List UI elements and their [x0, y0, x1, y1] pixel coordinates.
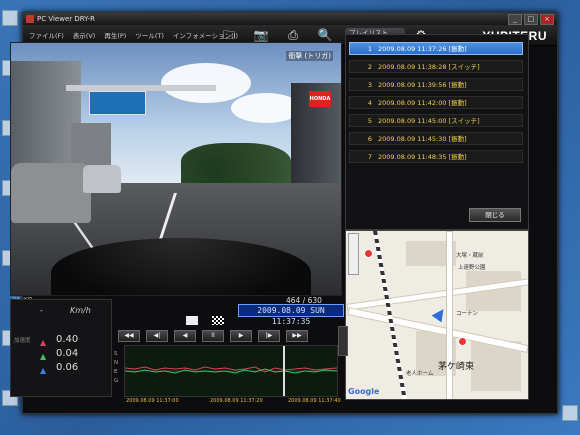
playback-controls: ◀◀ ◀| ◀ II ▶ |▶ ▶▶ [112, 312, 322, 342]
video-car [11, 163, 91, 223]
map-label: 茅ケ崎東 [438, 362, 475, 372]
playlist-item-label: 2009.08.09 11:38:28 [スイッチ] [378, 63, 480, 71]
playback-button[interactable]: ◀◀ [118, 330, 140, 342]
playback-button[interactable]: ◀ [174, 330, 196, 342]
graph-axis-label: S [114, 351, 118, 357]
playlist-item[interactable]: 7 2009.08.09 11:48:35 [振動] [349, 150, 523, 163]
trigger-overlay: 衝撃 (トリガ) [286, 51, 333, 61]
playlist-item-number: 5 [367, 117, 372, 125]
playlist-item[interactable]: 4 2009.08.09 11:42:00 [振動] [349, 96, 523, 109]
speed-value: - [40, 306, 43, 315]
map-marker [458, 337, 467, 346]
menu-view[interactable]: 表示(V) [73, 30, 96, 40]
road-sign [89, 91, 146, 115]
volume-slider[interactable] [338, 326, 348, 356]
g-z-value: 0.06 [56, 362, 79, 373]
video-cloud [161, 63, 251, 103]
map-zoom-control[interactable] [348, 233, 359, 275]
playlist-item-number: 6 [367, 135, 372, 143]
graph-timestamp: 2009.08.09 11:37:40 [288, 398, 341, 404]
playlist-item-number: 2 [367, 63, 372, 71]
playlist-item-label: 2009.08.09 11:37:26 [振動] [378, 45, 467, 53]
g-sensor-graph[interactable] [124, 345, 338, 397]
z-axis-icon: ▲ [40, 366, 47, 375]
playlist-item-label: 2009.08.09 11:42:00 [振動] [378, 99, 467, 107]
g-sensor-chart [125, 346, 337, 396]
graph-axis-label: N [114, 360, 119, 366]
google-logo: Google [348, 387, 380, 396]
window-title: PC Viewer DRY-R [37, 15, 95, 23]
menu-play[interactable]: 再生(P) [104, 30, 126, 40]
print-icon[interactable]: ⎙ [283, 27, 303, 43]
graph-timestamp: 2009.08.09 11:37:20 [210, 398, 263, 404]
playlist-item[interactable]: 2 2009.08.09 11:38:28 [スイッチ] [349, 60, 523, 73]
playlist-item[interactable]: 3 2009.08.09 11:39:56 [振動] [349, 78, 523, 91]
playlist-item-number: 4 [367, 99, 372, 107]
map-view[interactable]: コーナン 茅ケ崎東 老人ホーム 大塚・蔵前 上遠野公園 Google [345, 230, 529, 400]
close-playlist-button[interactable]: 閉じる [469, 208, 521, 222]
playlist-item-number: 7 [367, 153, 372, 161]
title-bar: PC Viewer DRY-R _ □ × [23, 13, 557, 25]
y-axis-icon: ▲ [40, 352, 47, 361]
video-player[interactable]: HONDA 衝撃 (トリガ) [10, 42, 342, 296]
playlist-item-number: 3 [367, 81, 372, 89]
menu-file[interactable]: ファイル(F) [29, 30, 64, 40]
g-y-value: 0.04 [56, 348, 79, 359]
graph-axis-labels: SNEG [114, 350, 118, 386]
playlist-item-label: 2009.08.09 11:45:00 [スイッチ] [378, 117, 480, 125]
playlist-item[interactable]: 1 2009.08.09 11:37:26 [振動] [349, 42, 523, 55]
zoom-icon[interactable]: 🔍 [315, 27, 335, 43]
camera-icon[interactable]: 📷 [251, 27, 271, 43]
playlist-item-label: 2009.08.09 11:48:35 [振動] [378, 153, 467, 161]
x-axis-icon: ▲ [40, 338, 47, 347]
map-marker [364, 249, 373, 258]
minimize-button[interactable]: _ [508, 14, 522, 25]
graph-timestamp: 2009.08.09 11:37:00 [126, 398, 179, 404]
playlist: 1 2009.08.09 11:37:26 [振動] 2 2009.08.09 11:… [349, 42, 523, 168]
speed-unit: Km/h [70, 306, 91, 315]
graph-axis-label: G [114, 378, 119, 384]
g-x-value: 0.40 [56, 334, 79, 345]
open-folder-icon[interactable]: 🗀 [219, 27, 239, 43]
maximize-button[interactable]: □ [524, 14, 538, 25]
desktop-icon[interactable] [2, 10, 18, 26]
g-label: 加速度 [14, 338, 31, 344]
map-label: コーナン [456, 311, 479, 317]
playlist-item[interactable]: 6 2009.08.09 11:45:30 [振動] [349, 132, 523, 145]
map-road [446, 231, 453, 399]
graph-axis-label: E [114, 369, 118, 375]
close-button[interactable]: × [540, 14, 554, 25]
playback-button[interactable]: ▶▶ [286, 330, 308, 342]
playlist-item-label: 2009.08.09 11:39:56 [振動] [378, 81, 467, 89]
honda-sign: HONDA [309, 91, 331, 107]
desktop-icon[interactable] [562, 405, 578, 421]
graph-cursor[interactable] [283, 346, 285, 396]
playlist-item-number: 1 [367, 45, 372, 53]
app-icon [26, 15, 34, 23]
playback-button[interactable]: ◀| [146, 330, 168, 342]
menu-tools[interactable]: ツール(T) [135, 30, 164, 40]
playback-button[interactable]: |▶ [258, 330, 280, 342]
map-label: 大塚・蔵前 [456, 253, 484, 259]
playback-button[interactable]: ▶ [230, 330, 252, 342]
video-car [83, 165, 121, 193]
playlist-item-label: 2009.08.09 11:45:30 [振動] [378, 135, 467, 143]
map-label: 老人ホーム [406, 371, 434, 377]
map-label: 上遠野公園 [458, 265, 486, 271]
playlist-item[interactable]: 5 2009.08.09 11:45:00 [スイッチ] [349, 114, 523, 127]
playback-button[interactable]: II [202, 330, 224, 342]
